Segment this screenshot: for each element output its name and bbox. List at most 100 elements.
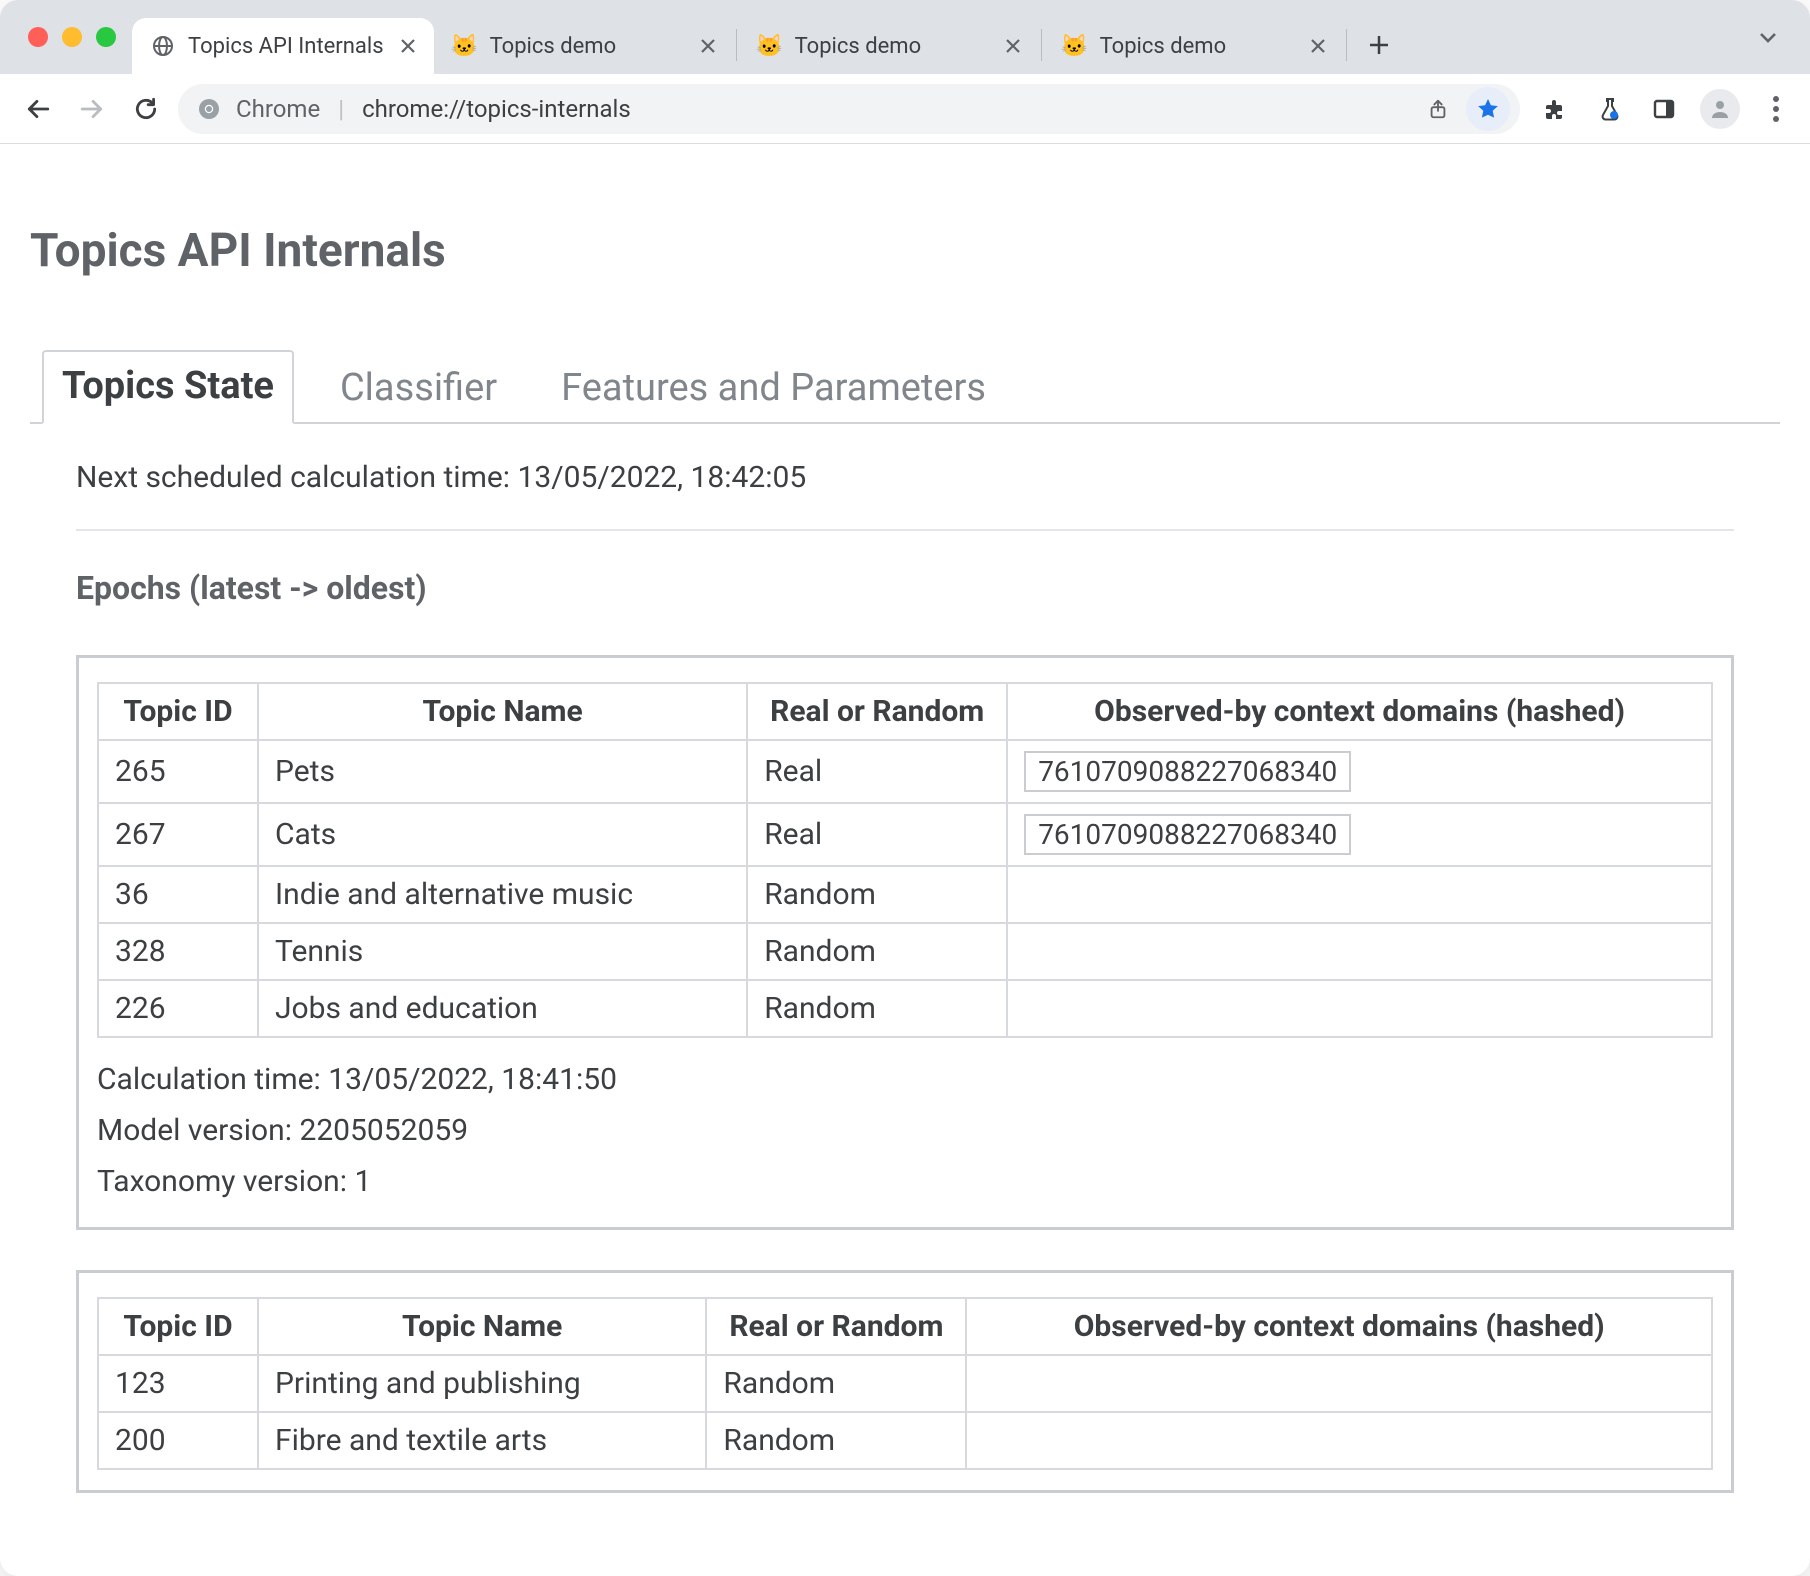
window-close-button[interactable] (28, 27, 48, 47)
th-topic-name: Topic Name (258, 683, 747, 740)
table-row: 200Fibre and textile artsRandom (98, 1412, 1712, 1469)
tab-list-dropdown[interactable] (1748, 17, 1788, 57)
table-row: 226Jobs and educationRandom (98, 980, 1712, 1037)
page-tabs: Topics State Classifier Features and Par… (30, 348, 1780, 424)
epochs-list: Topic ID Topic Name Real or Random Obser… (76, 655, 1734, 1493)
browser-tab[interactable]: 🐱 Topics demo (1044, 18, 1344, 74)
next-calc-label: Next scheduled calculation time: (76, 460, 510, 495)
table-row: 123Printing and publishingRandom (98, 1355, 1712, 1412)
cat-icon: 🐱 (452, 33, 478, 59)
page-title: Topics API Internals (30, 224, 1780, 278)
cell-topic-id: 328 (98, 923, 258, 980)
cell-topic-name: Cats (258, 803, 747, 866)
tab-topics-state[interactable]: Topics State (42, 350, 294, 424)
profile-button[interactable] (1700, 89, 1740, 129)
reload-button[interactable] (124, 87, 168, 131)
kebab-icon (1773, 96, 1779, 122)
taxonomy-version-label: Taxonomy version: (97, 1164, 347, 1199)
cat-icon: 🐱 (1062, 33, 1088, 59)
epoch-card: Topic ID Topic Name Real or Random Obser… (76, 1270, 1734, 1493)
tab-separator (1346, 29, 1347, 61)
model-version-label: Model version: (97, 1113, 292, 1148)
labs-button[interactable] (1592, 91, 1628, 127)
browser-tab[interactable]: Topics API Internals (132, 18, 434, 74)
cell-observed-domains (1007, 980, 1712, 1037)
window-zoom-button[interactable] (96, 27, 116, 47)
cell-topic-id: 267 (98, 803, 258, 866)
close-icon[interactable] (1001, 34, 1025, 58)
cell-topic-name: Printing and publishing (258, 1355, 706, 1412)
browser-tab[interactable]: 🐱 Topics demo (739, 18, 1039, 74)
model-version-line: Model version: 2205052059 (97, 1105, 1713, 1156)
back-button[interactable] (16, 87, 60, 131)
globe-icon (150, 33, 176, 59)
cell-topic-name: Pets (258, 740, 747, 803)
window-minimize-button[interactable] (62, 27, 82, 47)
table-row: 267CatsReal 7610709088227068340 (98, 803, 1712, 866)
browser-tab-title: Topics demo (1100, 34, 1294, 59)
cell-topic-id: 200 (98, 1412, 258, 1469)
window-controls (20, 27, 132, 47)
bookmark-button[interactable] (1466, 87, 1510, 131)
cell-topic-id: 226 (98, 980, 258, 1037)
cell-real-random: Random (747, 923, 1007, 980)
taxonomy-version-value: 1 (354, 1164, 371, 1199)
side-panel-button[interactable] (1646, 91, 1682, 127)
cell-topic-id: 123 (98, 1355, 258, 1412)
tab-content: Next scheduled calculation time: 13/05/2… (30, 424, 1780, 1493)
cell-real-random: Random (747, 866, 1007, 923)
browser-tab[interactable]: 🐱 Topics demo (434, 18, 734, 74)
th-observed-domains: Observed-by context domains (hashed) (966, 1298, 1712, 1355)
close-icon[interactable] (396, 34, 420, 58)
url-path: chrome://topics-internals (362, 95, 631, 123)
forward-button[interactable] (70, 87, 114, 131)
th-topic-id: Topic ID (98, 1298, 258, 1355)
topics-table: Topic ID Topic Name Real or Random Obser… (97, 682, 1713, 1038)
extensions-button[interactable] (1538, 91, 1574, 127)
tab-strip: Topics API Internals 🐱 Topics demo 🐱 Top… (0, 0, 1810, 74)
cell-observed-domains (1007, 923, 1712, 980)
page-content: Topics API Internals Topics State Classi… (0, 144, 1810, 1576)
tabstrip-right (1748, 17, 1798, 57)
tab-features-parameters[interactable]: Features and Parameters (543, 354, 1004, 424)
th-topic-id: Topic ID (98, 683, 258, 740)
browser-tab-title: Topics API Internals (188, 34, 384, 59)
new-tab-button[interactable] (1357, 23, 1401, 67)
cell-real-random: Random (706, 1412, 966, 1469)
close-icon[interactable] (1306, 34, 1330, 58)
cell-observed-domains (966, 1355, 1712, 1412)
menu-button[interactable] (1758, 91, 1794, 127)
cell-topic-id: 36 (98, 866, 258, 923)
tab-separator (736, 29, 737, 61)
star-icon (1476, 97, 1500, 121)
cell-topic-name: Tennis (258, 923, 747, 980)
toolbar-right (1530, 89, 1794, 129)
separator (76, 529, 1734, 531)
browser-tabs: Topics API Internals 🐱 Topics demo 🐱 Top… (132, 0, 1748, 74)
epochs-heading: Epochs (latest -> oldest) (76, 569, 1734, 607)
cell-observed-domains (1007, 866, 1712, 923)
url-separator: | (334, 95, 348, 123)
close-icon[interactable] (696, 34, 720, 58)
next-calc-value: 13/05/2022, 18:42:05 (518, 460, 807, 495)
browser-tab-title: Topics demo (795, 34, 989, 59)
epoch-card: Topic ID Topic Name Real or Random Obser… (76, 655, 1734, 1230)
tab-separator (1041, 29, 1042, 61)
tab-classifier[interactable]: Classifier (322, 354, 515, 424)
topics-table: Topic ID Topic Name Real or Random Obser… (97, 1297, 1713, 1470)
th-real-random: Real or Random (706, 1298, 966, 1355)
address-bar[interactable]: Chrome | chrome://topics-internals (178, 84, 1520, 134)
hash-chip: 7610709088227068340 (1024, 751, 1351, 792)
hash-chip: 7610709088227068340 (1024, 814, 1351, 855)
url-scheme: Chrome (236, 95, 320, 123)
browser-tab-title: Topics demo (490, 34, 684, 59)
table-header-row: Topic ID Topic Name Real or Random Obser… (98, 683, 1712, 740)
cell-topic-id: 265 (98, 740, 258, 803)
table-header-row: Topic ID Topic Name Real or Random Obser… (98, 1298, 1712, 1355)
cell-topic-name: Indie and alternative music (258, 866, 747, 923)
th-topic-name: Topic Name (258, 1298, 706, 1355)
cell-real-random: Real (747, 803, 1007, 866)
cell-observed-domains (966, 1412, 1712, 1469)
share-icon[interactable] (1420, 91, 1456, 127)
calc-time-line: Calculation time: 13/05/2022, 18:41:50 (97, 1054, 1713, 1105)
